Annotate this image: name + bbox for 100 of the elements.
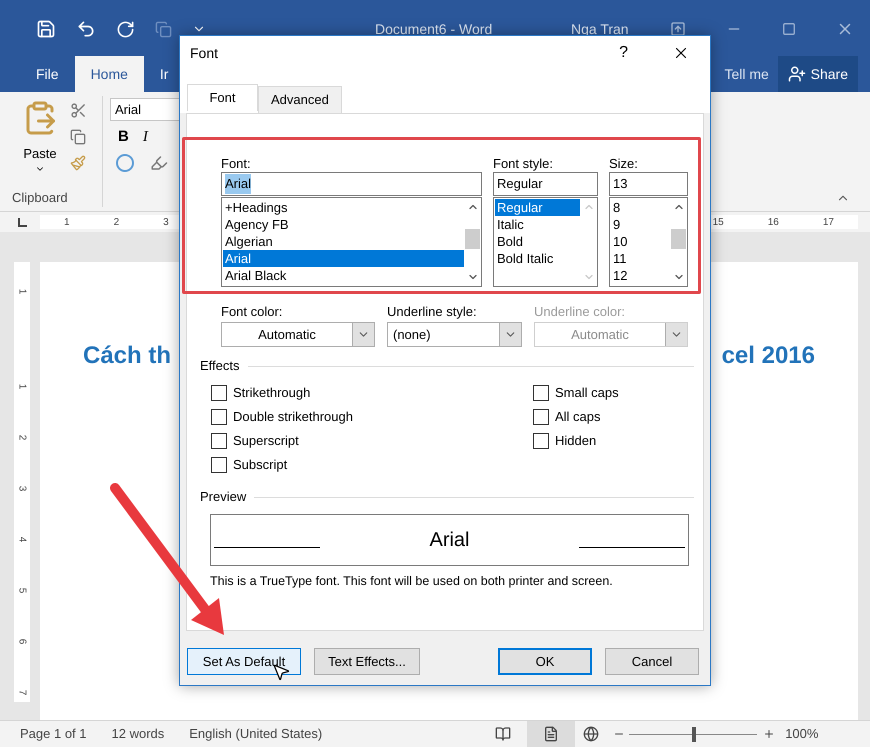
copy-icon[interactable] [70, 129, 86, 145]
field-label: Font color: [221, 304, 284, 320]
checkbox[interactable] [533, 433, 549, 449]
checkbox[interactable] [533, 385, 549, 401]
share-button[interactable]: Share [778, 56, 858, 92]
list-item[interactable]: Arial Black [223, 267, 464, 284]
tab[interactable]: Font [187, 84, 258, 111]
ruler-number: 1 [16, 384, 28, 390]
ruler-number: 6 [16, 638, 28, 644]
document-heading: cel 2016 [722, 341, 815, 371]
dialog-button[interactable]: OK [498, 648, 592, 675]
text-field[interactable]: 13 [609, 172, 688, 196]
read-mode-icon[interactable] [495, 726, 512, 742]
help-button[interactable]: ? [619, 41, 628, 65]
checkbox[interactable] [533, 409, 549, 425]
list-item[interactable]: Algerian [223, 233, 464, 250]
preview-sample: Arial [428, 528, 470, 553]
ruler-number: 7 [16, 690, 28, 696]
checkbox[interactable] [211, 457, 227, 473]
checkbox[interactable] [211, 433, 227, 449]
ruler-number: 1 [16, 288, 28, 294]
zoom-thumb[interactable] [692, 726, 696, 742]
list-item[interactable]: 10 [611, 233, 670, 250]
dropdown[interactable]: (none) [387, 322, 522, 347]
dialog-title: Font [190, 44, 218, 62]
ruler-number: 17 [822, 216, 834, 230]
ribbon-tab[interactable]: File [20, 56, 75, 92]
text-field[interactable]: Regular [493, 172, 598, 196]
checkbox-label[interactable]: Strikethrough [233, 383, 310, 403]
dialog-button[interactable]: Cancel [605, 648, 699, 675]
field-label: Underline color: [534, 304, 626, 320]
section-title: Preview [200, 488, 246, 506]
paste-label[interactable]: Paste [23, 144, 57, 164]
cut-icon[interactable] [70, 102, 87, 119]
group-label: Clipboard [11, 188, 69, 207]
ruler-number: 5 [16, 588, 28, 594]
person-icon [788, 65, 806, 83]
checkbox-label[interactable]: Double strikethrough [233, 407, 353, 427]
field-label: Font style: [493, 155, 554, 172]
list-item[interactable]: Arial [223, 250, 464, 267]
save-icon[interactable] [36, 19, 56, 39]
ruler-number: 2 [114, 216, 120, 230]
word-count[interactable]: 12 words [112, 724, 164, 744]
text-field[interactable]: Arial [221, 172, 482, 196]
window-title: Document6 - Word [375, 20, 494, 38]
ruler-number: 3 [16, 486, 28, 492]
dialog-button[interactable]: Text Effects... [314, 648, 420, 675]
list-item[interactable]: 9 [611, 216, 670, 233]
checkbox-label[interactable]: Superscript [233, 431, 299, 451]
ruler-number: 15 [712, 216, 724, 230]
checkbox-label[interactable]: Small caps [555, 383, 619, 403]
maximize-icon[interactable] [782, 22, 796, 36]
list-item[interactable]: 12 [611, 267, 670, 284]
ruler-number: 3 [163, 216, 169, 230]
scroll-thumb[interactable] [465, 229, 480, 249]
ruler-number: 4 [16, 536, 28, 542]
tell-me-field[interactable]: Tell me [724, 56, 769, 92]
ribbon-display-icon[interactable] [670, 21, 686, 37]
zoom-level[interactable]: 100% [785, 724, 818, 744]
redo-icon[interactable] [116, 20, 135, 38]
italic-button[interactable]: I [142, 126, 148, 148]
document-heading: Cách th [83, 341, 172, 371]
text-effects-icon[interactable] [116, 154, 134, 172]
ribbon-tab[interactable]: Ir [144, 56, 184, 92]
checkbox-label[interactable]: Hidden [555, 431, 596, 451]
list-item[interactable]: +Headings [223, 199, 464, 216]
field-label: Font: [221, 155, 252, 172]
dropdown[interactable]: Automatic [221, 322, 375, 347]
language-status[interactable]: English (United States) [189, 724, 322, 744]
field-label: Underline style: [387, 304, 478, 320]
dialog-button[interactable]: Set As Default [187, 648, 301, 675]
font-note: This is a TrueType font. This font will be used on both printer and screen. [210, 573, 614, 590]
tab[interactable]: Advanced [258, 86, 342, 113]
list-item[interactable]: Bold Italic [495, 250, 580, 267]
scroll-thumb[interactable] [671, 229, 686, 249]
ruler-number: 16 [768, 216, 779, 230]
checkbox[interactable] [211, 385, 227, 401]
list-item[interactable]: Italic [495, 216, 580, 233]
zoom-in-icon[interactable] [763, 728, 776, 740]
list-item[interactable]: 8 [611, 199, 670, 216]
highlighter-icon[interactable] [150, 154, 168, 172]
page-icon [543, 726, 560, 742]
bold-button[interactable]: B [118, 126, 129, 148]
tab-stop-icon[interactable] [18, 218, 27, 226]
list-item[interactable]: Bold [495, 233, 580, 250]
list-item[interactable]: 11 [611, 250, 670, 267]
checkbox-label[interactable]: Subscript [233, 455, 288, 475]
list-item[interactable]: Regular [495, 199, 580, 216]
undo-icon[interactable] [76, 19, 96, 39]
list-item[interactable]: Agency FB [223, 216, 464, 233]
print-layout-button[interactable] [527, 721, 576, 747]
ruler-number: 2 [16, 434, 28, 440]
field-label: Size: [609, 155, 639, 172]
web-layout-icon[interactable] [583, 726, 600, 742]
ruler-number: 1 [64, 216, 70, 230]
checkbox-label[interactable]: All caps [555, 407, 601, 427]
ribbon-tab[interactable]: Home [74, 56, 144, 92]
page-count[interactable]: Page 1 of 1 [20, 724, 86, 744]
zoom-slider[interactable] [629, 726, 758, 742]
checkbox[interactable] [211, 409, 227, 425]
